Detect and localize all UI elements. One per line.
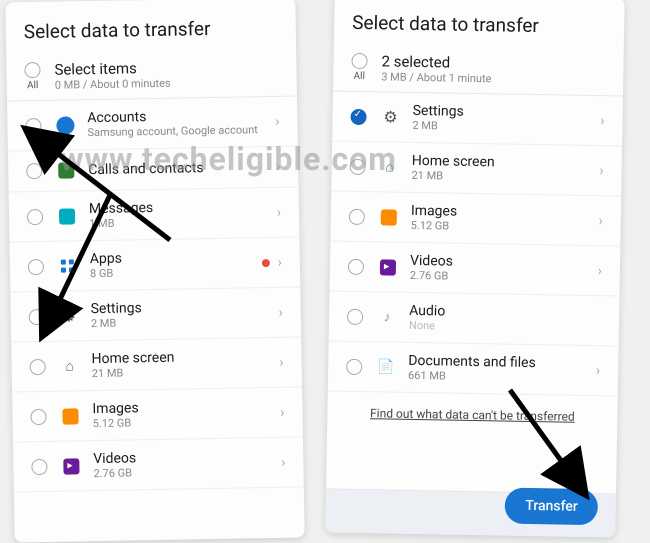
- page-title: Select data to transfer: [352, 11, 606, 38]
- page-title: Select data to transfer: [24, 16, 278, 43]
- file-icon: 📄: [376, 357, 396, 377]
- select-all-row[interactable]: All Select items 0 MB / About 0 minutes: [6, 49, 297, 102]
- item-radio[interactable]: [349, 208, 365, 224]
- list-item-home[interactable]: ⌂ Home screen 21 MB ›: [331, 141, 622, 196]
- chevron-right-icon: ›: [276, 159, 280, 175]
- chevron-right-icon: ›: [598, 263, 602, 279]
- select-items-title: Select items: [54, 59, 170, 79]
- item-sub: 5.12 GB: [411, 219, 599, 235]
- chevron-right-icon: ›: [596, 363, 600, 379]
- chevron-right-icon: ›: [281, 454, 285, 470]
- chevron-right-icon: ›: [599, 163, 603, 179]
- annotation-arrow-scroll: [20, 120, 200, 350]
- item-sub: 2.76 GB: [93, 464, 281, 480]
- list-item-images[interactable]: Images 5.12 GB ›: [330, 191, 621, 246]
- select-all-radio[interactable]: [24, 62, 40, 78]
- item-radio[interactable]: [348, 258, 364, 274]
- chevron-right-icon: ›: [600, 113, 604, 129]
- item-radio[interactable]: [346, 358, 362, 374]
- item-sub: 21 MB: [411, 169, 599, 185]
- chevron-right-icon: ›: [598, 213, 602, 229]
- select-all-row[interactable]: All 2 selected 3 MB / About 1 minute: [333, 44, 624, 97]
- videos-icon: [61, 456, 81, 476]
- home-icon: ⌂: [380, 157, 400, 177]
- selected-count-title: 2 selected: [381, 52, 491, 72]
- videos-icon: [378, 257, 398, 277]
- list-item-videos[interactable]: Videos 2.76 GB ›: [330, 241, 621, 296]
- item-sub: 2.76 GB: [410, 269, 598, 285]
- item-radio[interactable]: [30, 358, 46, 374]
- selected-count-sub: 3 MB / About 1 minute: [381, 70, 491, 85]
- item-sub: 2 MB: [412, 119, 600, 135]
- chevron-right-icon: ›: [277, 204, 281, 220]
- item-radio[interactable]: [30, 408, 46, 424]
- chevron-right-icon: ›: [278, 304, 282, 320]
- chevron-right-icon: ›: [279, 354, 283, 370]
- item-radio[interactable]: [350, 158, 366, 174]
- list-item-audio[interactable]: ♪ Audio None: [329, 291, 620, 346]
- header: Select data to transfer: [5, 0, 296, 54]
- audio-icon: ♪: [377, 307, 397, 327]
- item-sub: None: [409, 319, 601, 335]
- item-sub: 21 MB: [92, 364, 280, 380]
- gear-icon: ⚙: [380, 107, 400, 127]
- all-label: All: [353, 71, 365, 82]
- item-radio[interactable]: [347, 308, 363, 324]
- chevron-right-icon: ›: [275, 113, 279, 129]
- select-all-radio[interactable]: [351, 53, 367, 69]
- select-items-sub: 0 MB / About 0 minutes: [55, 77, 171, 92]
- annotation-arrow-transfer: [490, 380, 610, 510]
- item-sub: 5.12 GB: [93, 414, 281, 430]
- all-label: All: [27, 80, 39, 91]
- header: Select data to transfer: [334, 0, 625, 49]
- list-item-settings[interactable]: ⚙ Settings 2 MB ›: [332, 91, 623, 146]
- images-icon: [379, 207, 399, 227]
- chevron-right-icon: ›: [280, 404, 284, 420]
- list-item-images[interactable]: Images 5.12 GB ›: [12, 387, 303, 442]
- chevron-right-icon: ›: [278, 254, 282, 270]
- images-icon: [60, 406, 80, 426]
- item-radio[interactable]: [31, 458, 47, 474]
- badge-icon: [262, 258, 270, 266]
- home-icon: ⌂: [59, 356, 79, 376]
- item-radio-checked[interactable]: [350, 108, 366, 124]
- list-item-videos[interactable]: Videos 2.76 GB ›: [13, 437, 304, 492]
